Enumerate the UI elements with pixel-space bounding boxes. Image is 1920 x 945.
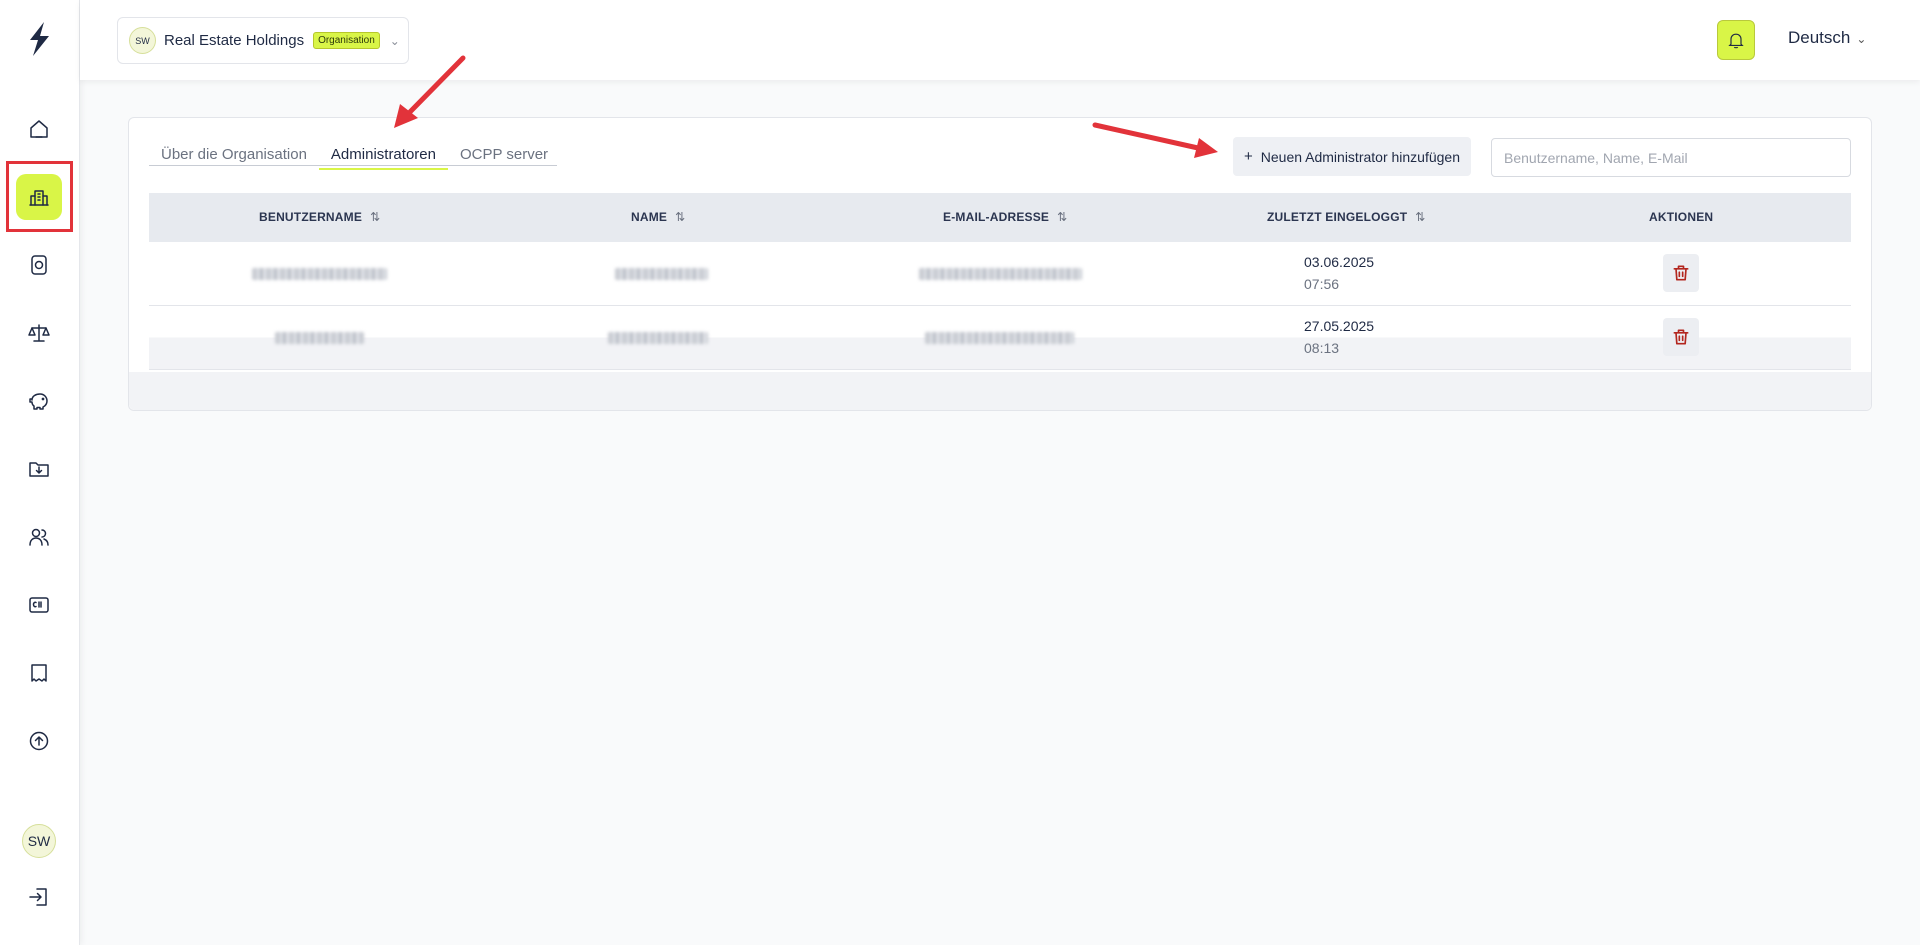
piggy-bank-icon <box>29 393 48 410</box>
org-type-badge: Organisation <box>313 32 380 49</box>
last-login-date: 03.06.2025 <box>1304 254 1375 270</box>
redacted-name <box>615 268 708 280</box>
tab-ocpp-server[interactable]: OCPP server <box>448 146 560 170</box>
tab-about-organisation[interactable]: Über die Organisation <box>149 146 319 170</box>
sidebar: SW <box>0 0 80 945</box>
add-administrator-button[interactable]: + Neuen Administrator hinzufügen <box>1233 137 1471 176</box>
last-login-time: 08:13 <box>1304 340 1340 356</box>
annotation-highlight-box <box>6 161 73 232</box>
sort-icon: ⇅ <box>370 210 381 224</box>
language-label: Deutsch <box>1788 28 1851 47</box>
last-login-date: 27.05.2025 <box>1304 318 1375 334</box>
top-header: SW Real Estate Holdings Organisation ⌄ D… <box>80 0 1920 80</box>
folder-download-icon <box>29 462 49 477</box>
table-row[interactable]: 03.06.2025 07:56 <box>149 242 1851 306</box>
add-administrator-label: Neuen Administrator hinzufügen <box>1260 148 1460 165</box>
org-avatar: SW <box>129 27 156 54</box>
tab-bar: Über die Organisation Administratoren OC… <box>149 146 557 170</box>
column-header-username[interactable]: BENUTZERNAME ⇅ <box>259 210 380 224</box>
redacted-name <box>608 332 708 344</box>
redacted-username <box>252 268 387 280</box>
nav-savings[interactable] <box>16 378 62 424</box>
bell-icon <box>1728 33 1744 49</box>
nav-balance[interactable] <box>16 310 62 356</box>
nav-invoices[interactable] <box>16 650 62 696</box>
trash-icon <box>1673 329 1689 345</box>
last-login-time: 07:56 <box>1304 276 1340 292</box>
table-row[interactable]: 27.05.2025 08:13 <box>149 306 1851 370</box>
logout-icon <box>29 888 47 906</box>
nav-chargers[interactable] <box>16 242 62 288</box>
column-header-email[interactable]: E-MAIL-ADRESSE ⇅ <box>943 210 1067 224</box>
user-avatar[interactable]: SW <box>22 824 56 858</box>
delete-button[interactable] <box>1663 254 1699 292</box>
redacted-email <box>925 332 1074 344</box>
users-icon <box>29 528 49 546</box>
chevron-down-icon: ⌄ <box>389 33 400 48</box>
logout-button[interactable] <box>16 874 62 920</box>
nav-users[interactable] <box>16 514 62 560</box>
notifications-button[interactable] <box>1717 20 1755 60</box>
redacted-email <box>919 268 1082 280</box>
plus-icon: + <box>1244 148 1253 165</box>
card-footer <box>129 372 1871 410</box>
organisation-selector[interactable]: SW Real Estate Holdings Organisation ⌄ <box>117 17 409 64</box>
table-header: BENUTZERNAME ⇅ NAME ⇅ E-MAIL-ADRESSE ⇅ ZULE… <box>149 193 1851 242</box>
nav-cards[interactable] <box>16 582 62 628</box>
rfid-card-icon <box>29 597 49 613</box>
language-selector[interactable]: Deutsch ⌄ <box>1788 28 1866 48</box>
sort-icon: ⇅ <box>1057 210 1068 224</box>
column-header-last-login[interactable]: ZULETZT EINGELOGGT ⇅ <box>1267 210 1426 224</box>
receipt-icon <box>31 664 47 682</box>
chevron-down-icon: ⌄ <box>1856 32 1867 46</box>
admin-card: Über die Organisation Administratoren OC… <box>128 117 1872 411</box>
nav-home[interactable] <box>16 106 62 152</box>
redacted-username <box>275 332 364 344</box>
sort-icon: ⇅ <box>675 210 686 224</box>
org-name: Real Estate Holdings <box>164 32 305 49</box>
column-header-name[interactable]: NAME ⇅ <box>631 210 685 224</box>
column-header-actions: AKTIONEN <box>1649 210 1714 224</box>
balance-scale-icon <box>28 324 50 342</box>
trash-icon <box>1673 265 1689 281</box>
delete-button[interactable] <box>1663 318 1699 356</box>
charger-icon <box>31 255 47 275</box>
nav-upload[interactable] <box>16 718 62 764</box>
app-logo[interactable] <box>24 20 54 58</box>
upload-circle-icon <box>29 731 49 751</box>
tab-administrators[interactable]: Administratoren <box>318 146 448 170</box>
search-input[interactable] <box>1491 138 1851 177</box>
nav-documents[interactable] <box>16 446 62 492</box>
sort-icon: ⇅ <box>1415 210 1426 224</box>
home-icon <box>30 120 48 138</box>
